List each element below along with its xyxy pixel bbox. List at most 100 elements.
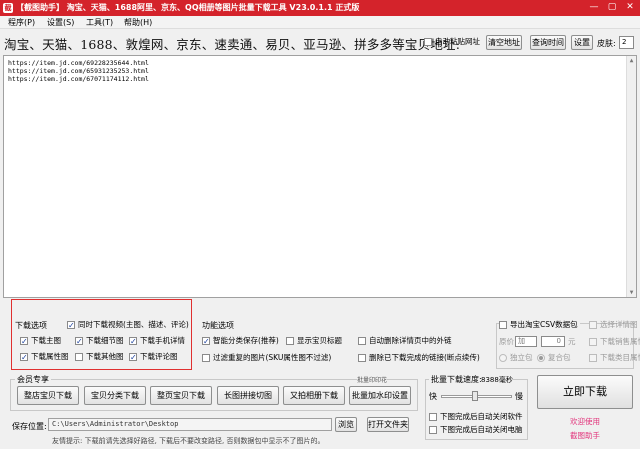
select-detail-label: 选择详情图 [600, 320, 638, 329]
attribute-image-checkbox[interactable] [20, 353, 28, 361]
filter-duplicate-label: 过滤重复的图片(SKU属性图不过滤) [213, 353, 332, 362]
independent-pack-radio[interactable] [499, 354, 507, 362]
auto-delete-external-checkbox[interactable] [358, 337, 366, 345]
download-sales-attr-label: 下载销售属性 [600, 337, 640, 346]
scroll-down-icon[interactable]: ▼ [627, 288, 636, 297]
download-now-button[interactable]: 立即下载 [537, 375, 633, 409]
other-image-checkbox[interactable] [75, 353, 83, 361]
video-option[interactable]: 同时下载视频(主图、描述、评论) [67, 320, 189, 330]
auto-delete-external-option[interactable]: 自动删除详情页中的外链 [358, 336, 452, 346]
speed-title: 批量下载速度: [429, 374, 484, 385]
download-sales-attr-option[interactable]: 下载销售属性 [589, 337, 640, 347]
address-header: 淘宝、天猫、1688、敦煌网、京东、速卖通、易贝、亚马逊、拼多多等宝贝地址: 自… [0, 29, 640, 55]
speed-slider-thumb[interactable] [472, 391, 479, 401]
clear-address-button[interactable]: 清空地址 [486, 35, 522, 50]
close-computer-option[interactable]: 下图完成后自动关闭电脑 [429, 425, 523, 435]
delete-completed-option[interactable]: 删除已下载完成的链接(断点续传) [358, 353, 480, 363]
download-sales-attr-checkbox[interactable] [589, 338, 597, 346]
other-image-label: 下载其他图 [86, 352, 124, 361]
main-image-option[interactable]: 下载主图 [20, 336, 61, 346]
attribute-image-option[interactable]: 下载属性图 [20, 352, 69, 362]
auto-paste-checkbox[interactable] [424, 38, 432, 46]
welcome-text: 欢迎使用 [570, 417, 600, 426]
merged-pack-radio[interactable] [537, 354, 545, 362]
video-checkbox[interactable] [67, 321, 75, 329]
independent-pack-label: 独立包 [510, 353, 533, 362]
app-icon: 截 [3, 3, 13, 13]
close-computer-checkbox[interactable] [429, 426, 437, 434]
whole-page-download-button[interactable]: 整页宝贝下载 [150, 386, 212, 405]
menu-settings[interactable]: 设置(S) [47, 17, 74, 28]
browse-button[interactable]: 浏览 [335, 417, 357, 432]
menu-help[interactable]: 帮助(H) [124, 17, 152, 28]
review-image-option[interactable]: 下载评论图 [129, 352, 178, 362]
price-value-input[interactable]: 0 [541, 336, 565, 347]
review-image-checkbox[interactable] [129, 353, 137, 361]
url-line: https://item.jd.com/65931235253.html [8, 67, 149, 75]
independent-pack-option[interactable]: 独立包 [499, 353, 533, 363]
speed-fast-label: 快 [429, 392, 437, 401]
price-op-select[interactable]: 加 [515, 336, 537, 347]
close-software-option[interactable]: 下图完成后自动关闭软件 [429, 412, 523, 422]
filter-duplicate-option[interactable]: 过滤重复的图片(SKU属性图不过滤) [202, 353, 331, 363]
download-category-attr-label: 下载类目属性 [600, 353, 640, 362]
select-detail-checkbox[interactable] [589, 321, 597, 329]
title-bar: 截 【截图助手】 淘宝、天猫、1688阿里、京东、QQ相册等图片批量下载工具 V… [0, 0, 640, 16]
filter-duplicate-checkbox[interactable] [202, 354, 210, 362]
price-unit: 元 [568, 337, 576, 346]
close-software-checkbox[interactable] [429, 413, 437, 421]
open-folder-button[interactable]: 打开文件夹 [367, 417, 409, 432]
delete-completed-checkbox[interactable] [358, 354, 366, 362]
merged-pack-option[interactable]: 复合包 [537, 353, 571, 363]
select-detail-option[interactable]: 选择详情图 [589, 320, 638, 330]
smart-classify-option[interactable]: 智能分类保存(推荐) [202, 336, 279, 346]
vertical-scrollbar[interactable]: ▲ ▼ [626, 56, 636, 297]
download-category-attr-checkbox[interactable] [589, 354, 597, 362]
detail-image-label: 下载细节图 [86, 336, 124, 345]
main-image-label: 下载主图 [31, 336, 61, 345]
query-time-button[interactable]: 查询时间 [530, 35, 566, 50]
album-download-button[interactable]: 又拍相册下载 [283, 386, 345, 405]
close-icon[interactable]: ✕ [622, 1, 638, 14]
brand-link[interactable]: 截图助手 [570, 430, 600, 441]
auto-paste-option[interactable]: 自动粘贴网址 [424, 37, 480, 47]
export-csv-label: 导出淘宝CSV数据包 [510, 320, 578, 329]
menu-program[interactable]: 程序(P) [8, 17, 35, 28]
skin-select[interactable]: 2 [619, 36, 634, 49]
auto-delete-external-label: 自动删除详情页中的外链 [369, 336, 452, 345]
scroll-up-icon[interactable]: ▲ [627, 56, 636, 65]
watermark-settings-button[interactable]: 批量加水印设置 [349, 386, 411, 405]
category-download-button[interactable]: 宝贝分类下载 [84, 386, 146, 405]
save-path-input[interactable]: C:\Users\Administrator\Desktop [48, 418, 332, 431]
save-location-label: 保存位置: [12, 422, 47, 431]
export-csv-option[interactable]: 导出淘宝CSV数据包 [499, 320, 580, 330]
window-title: 【截图助手】 淘宝、天猫、1688阿里、京东、QQ相册等图片批量下载工具 V23… [16, 3, 360, 12]
detail-image-option[interactable]: 下载细节图 [75, 336, 124, 346]
mobile-detail-option[interactable]: 下载手机详情 [129, 336, 185, 346]
detail-image-checkbox[interactable] [75, 337, 83, 345]
download-category-attr-option[interactable]: 下载类目属性 [589, 353, 640, 363]
price-label: 原价 [499, 337, 514, 346]
show-title-checkbox[interactable] [286, 337, 294, 345]
menu-tools[interactable]: 工具(T) [86, 17, 113, 28]
export-csv-checkbox[interactable] [499, 321, 507, 329]
show-title-option[interactable]: 显示宝贝标题 [286, 336, 342, 346]
minimize-icon[interactable]: — [586, 1, 602, 14]
close-software-label: 下图完成后自动关闭软件 [440, 412, 523, 421]
settings-button[interactable]: 设置 [571, 35, 593, 50]
auto-paste-label: 自动粘贴网址 [435, 37, 480, 46]
long-image-stitch-button[interactable]: 长图拼接切图 [217, 386, 279, 405]
sites-label: 淘宝、天猫、1688、敦煌网、京东、速卖通、易贝、亚马逊、拼多多等宝贝地址: [4, 37, 461, 52]
review-image-label: 下载评论图 [140, 352, 178, 361]
other-image-option[interactable]: 下载其他图 [75, 352, 124, 362]
url-textarea[interactable]: https://item.jd.com/69228235644.html htt… [3, 55, 637, 298]
maximize-icon[interactable]: ▢ [604, 1, 620, 14]
whole-store-download-button[interactable]: 整店宝贝下载 [17, 386, 79, 405]
smart-classify-checkbox[interactable] [202, 337, 210, 345]
mobile-detail-checkbox[interactable] [129, 337, 137, 345]
main-image-checkbox[interactable] [20, 337, 28, 345]
speed-slow-label: 慢 [515, 392, 523, 401]
member-title: 会员专享 [15, 374, 51, 385]
url-line: https://item.jd.com/69228235644.html [8, 59, 149, 67]
watermark-tag: 批量印印花 [357, 375, 388, 384]
